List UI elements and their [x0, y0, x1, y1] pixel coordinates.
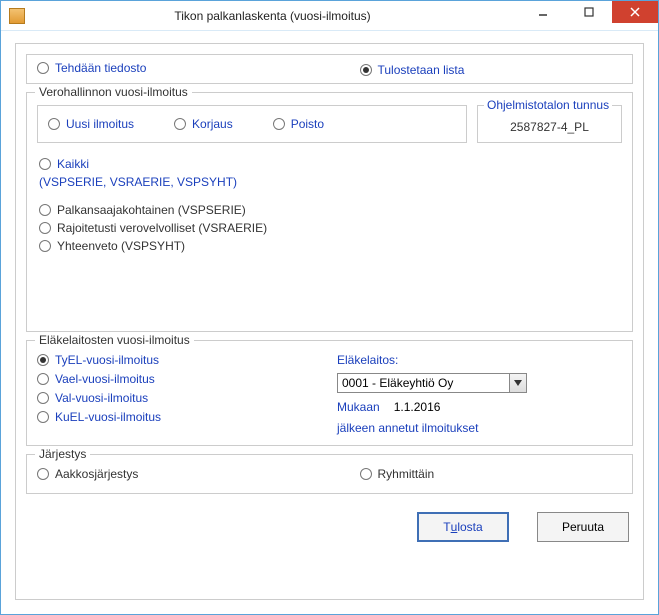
radio-dot: [39, 240, 51, 252]
radio-label: Tehdään tiedosto: [55, 61, 146, 75]
radio-label: Tulostetaan lista: [378, 63, 465, 77]
radio-label: Val-vuosi-ilmoitus: [55, 391, 148, 405]
radio-dot: [37, 411, 49, 423]
radio-print-list[interactable]: Tulostetaan lista: [360, 63, 465, 77]
radio-rajoitetut[interactable]: Rajoitetusti verovelvolliset (VSRAERIE): [39, 221, 622, 235]
radio-label: Yhteenveto (VSPSYHT): [57, 239, 185, 253]
radio-label: Vael-vuosi-ilmoitus: [55, 372, 155, 386]
radio-dot: [37, 392, 49, 404]
elakelaitos-label: Eläkelaitos:: [337, 353, 622, 367]
button-row: Tulosta Peruuta: [26, 512, 633, 542]
radio-dot: [37, 354, 49, 366]
titlebar-buttons: [520, 1, 658, 30]
app-icon: [9, 8, 25, 24]
radio-dot: [39, 204, 51, 216]
minimize-button[interactable]: [520, 1, 566, 23]
radio-label: KuEL-vuosi-ilmoitus: [55, 410, 161, 424]
radio-label: Palkansaajakohtainen (VSPSERIE): [57, 203, 246, 217]
radio-label: Ryhmittäin: [378, 467, 435, 481]
window-frame: Tikon palkanlaskenta (vuosi-ilmoitus) Te…: [0, 0, 659, 615]
select-value: 0001 - Eläkeyhtiö Oy: [338, 376, 509, 390]
radio-dot: [174, 118, 186, 130]
radio-dot: [37, 62, 49, 74]
elake-left: TyEL-vuosi-ilmoitus Vael-vuosi-ilmoitus …: [37, 353, 317, 435]
client-area: Tehdään tiedosto Tulostetaan lista Veroh…: [1, 31, 658, 614]
elake-groupbox: Eläkelaitosten vuosi-ilmoitus TyEL-vuosi…: [26, 340, 633, 446]
elake-right: Eläkelaitos: 0001 - Eläkeyhtiö Oy Mukaan…: [337, 353, 622, 435]
radio-label: TyEL-vuosi-ilmoitus: [55, 353, 159, 367]
radio-label: Poisto: [291, 117, 324, 131]
radio-dot: [48, 118, 60, 130]
radio-dot: [273, 118, 285, 130]
radio-label: Aakkosjärjestys: [55, 467, 138, 481]
radio-palkansaaja[interactable]: Palkansaajakohtainen (VSPSERIE): [39, 203, 622, 217]
radio-vael[interactable]: Vael-vuosi-ilmoitus: [37, 372, 317, 386]
elake-legend: Eläkelaitosten vuosi-ilmoitus: [35, 333, 194, 347]
radio-poisto[interactable]: Poisto: [273, 114, 324, 134]
mukaan-label: Mukaan: [337, 400, 380, 414]
radio-dot: [360, 64, 372, 76]
radio-label: Korjaus: [192, 117, 233, 131]
window-title: Tikon palkanlaskenta (vuosi-ilmoitus): [25, 9, 520, 23]
ohjelmisto-value: 2587827-4_PL: [510, 120, 589, 134]
elakelaitos-select[interactable]: 0001 - Eläkeyhtiö Oy: [337, 373, 527, 393]
radio-dot: [39, 222, 51, 234]
radio-korjaus[interactable]: Korjaus: [174, 114, 233, 134]
print-button[interactable]: Tulosta: [417, 512, 509, 542]
main-panel: Tehdään tiedosto Tulostetaan lista Veroh…: [15, 43, 644, 600]
radio-yhteenveto[interactable]: Yhteenveto (VSPSYHT): [39, 239, 622, 253]
radio-dot: [360, 468, 372, 480]
jarjestys-legend: Järjestys: [35, 447, 90, 461]
close-button[interactable]: [612, 1, 658, 23]
mukaan-row: Mukaan 1.1.2016: [337, 399, 622, 415]
jarjestys-groupbox: Järjestys Aakkosjärjestys Ryhmittäin: [26, 454, 633, 494]
elake-row: TyEL-vuosi-ilmoitus Vael-vuosi-ilmoitus …: [37, 353, 622, 435]
titlebar: Tikon palkanlaskenta (vuosi-ilmoitus): [1, 1, 658, 31]
output-mode-row: Tehdään tiedosto Tulostetaan lista: [26, 54, 633, 84]
radio-kuel[interactable]: KuEL-vuosi-ilmoitus: [37, 410, 317, 424]
radio-aakkos[interactable]: Aakkosjärjestys: [37, 467, 138, 481]
vero-groupbox: Verohallinnon vuosi-ilmoitus Uusi ilmoit…: [26, 92, 633, 332]
vero-legend: Verohallinnon vuosi-ilmoitus: [35, 85, 192, 99]
radio-label: Rajoitetusti verovelvolliset (VSRAERIE): [57, 221, 267, 235]
radio-dot: [37, 373, 49, 385]
vero-top-row: Uusi ilmoitus Korjaus Poisto Ohjelmistot…: [37, 105, 622, 143]
radio-dot: [37, 468, 49, 480]
radio-make-file[interactable]: Tehdään tiedosto: [37, 61, 146, 75]
maximize-button[interactable]: [566, 1, 612, 23]
btn-pre: T: [443, 520, 450, 534]
radio-uusi[interactable]: Uusi ilmoitus: [48, 114, 134, 134]
radio-ryhm[interactable]: Ryhmittäin: [360, 467, 435, 481]
chevron-down-icon: [509, 374, 526, 392]
radio-label: Uusi ilmoitus: [66, 117, 134, 131]
radio-dot: [39, 158, 51, 170]
mukaan-after: jälkeen annetut ilmoitukset: [337, 421, 622, 435]
kaikki-sub: (VSPSERIE, VSRAERIE, VSPSYHT): [39, 175, 622, 189]
ohjelmisto-box: Ohjelmistotalon tunnus 2587827-4_PL: [477, 105, 622, 143]
vero-type-box: Uusi ilmoitus Korjaus Poisto: [37, 105, 467, 143]
radio-kaikki[interactable]: Kaikki: [39, 157, 622, 171]
cancel-button[interactable]: Peruuta: [537, 512, 629, 542]
ohjelmisto-legend: Ohjelmistotalon tunnus: [484, 98, 612, 112]
jarjestys-row: Aakkosjärjestys Ryhmittäin: [37, 467, 622, 483]
mukaan-value[interactable]: 1.1.2016: [390, 399, 510, 415]
btn-post: losta: [457, 520, 482, 534]
vero-options: Kaikki (VSPSERIE, VSRAERIE, VSPSYHT) Pal…: [37, 157, 622, 253]
btn-mnemonic: u: [451, 520, 458, 534]
radio-label: Kaikki: [57, 157, 89, 171]
radio-val[interactable]: Val-vuosi-ilmoitus: [37, 391, 317, 405]
radio-tyel[interactable]: TyEL-vuosi-ilmoitus: [37, 353, 317, 367]
btn-label: Peruuta: [562, 520, 604, 534]
